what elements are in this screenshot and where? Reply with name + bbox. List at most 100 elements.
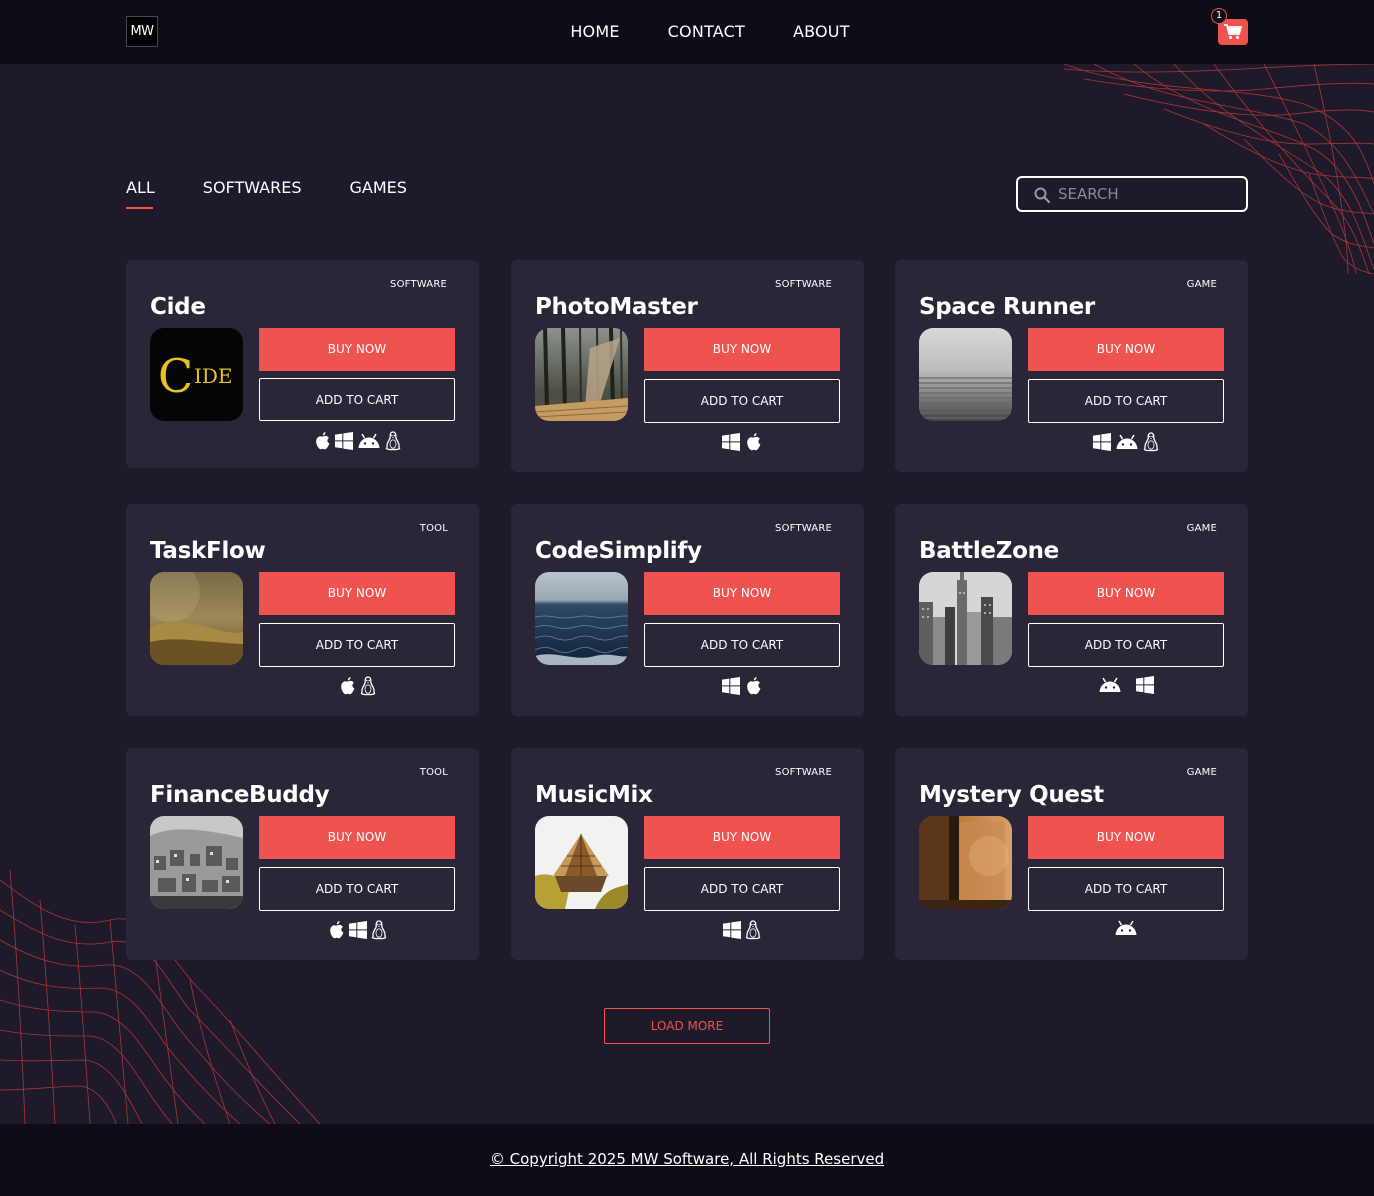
windows-icon (349, 921, 367, 939)
apple-icon (313, 431, 331, 451)
platform-icons (259, 431, 455, 453)
search-input[interactable] (1058, 182, 1238, 206)
linux-icon (360, 676, 376, 696)
product-card: TOOL FinanceBuddy BUY NOW ADD TO CART (126, 748, 479, 960)
product-thumbnail[interactable] (535, 572, 628, 665)
apple-icon (338, 676, 356, 696)
product-category-label: GAME (1186, 523, 1217, 534)
android-icon (357, 433, 381, 449)
product-thumbnail[interactable] (535, 816, 628, 909)
product-category-label: GAME (1186, 767, 1217, 778)
product-category-label: SOFTWARE (775, 279, 832, 290)
product-name[interactable]: FinanceBuddy (150, 782, 330, 808)
product-name[interactable]: Mystery Quest (919, 782, 1104, 808)
product-card: SOFTWARE Cide C IDE BUY NOW ADD TO CART (126, 260, 479, 468)
product-name[interactable]: PhotoMaster (535, 294, 698, 320)
add-to-cart-button[interactable]: ADD TO CART (259, 623, 455, 667)
add-to-cart-button[interactable]: ADD TO CART (644, 623, 840, 667)
product-category-label: TOOL (419, 523, 448, 534)
main-nav: HOME CONTACT ABOUT (0, 22, 1374, 41)
product-thumbnail[interactable]: C IDE (150, 328, 243, 421)
product-card: SOFTWARE MusicMix BUY NOW ADD TO CART (511, 748, 864, 960)
copyright-link[interactable]: © Copyright 2025 MW Software, All Rights… (0, 1150, 1374, 1168)
product-card: TOOL TaskFlow BUY NOW ADD TO CART (126, 504, 479, 716)
windows-icon (335, 432, 353, 450)
windows-icon (723, 921, 741, 939)
platform-icons (1028, 920, 1224, 942)
svg-text:C: C (158, 349, 193, 403)
nav-about[interactable]: ABOUT (793, 22, 850, 41)
add-to-cart-button[interactable]: ADD TO CART (644, 867, 840, 911)
buy-now-button[interactable]: BUY NOW (259, 816, 455, 859)
load-more-button[interactable]: LOAD MORE (604, 1008, 770, 1044)
category-filters: ALL SOFTWARES GAMES (126, 178, 455, 209)
platform-icons (644, 676, 840, 698)
add-to-cart-button[interactable]: ADD TO CART (259, 378, 455, 421)
product-thumbnail[interactable] (919, 816, 1012, 909)
buy-now-button[interactable]: BUY NOW (259, 328, 455, 371)
buy-now-button[interactable]: BUY NOW (644, 328, 840, 371)
linux-icon (385, 431, 401, 451)
nav-home[interactable]: HOME (570, 22, 619, 41)
android-icon (1114, 920, 1138, 936)
windows-icon (722, 433, 740, 451)
add-to-cart-button[interactable]: ADD TO CART (259, 867, 455, 911)
platform-icons (259, 920, 455, 942)
add-to-cart-button[interactable]: ADD TO CART (644, 379, 840, 423)
buy-now-button[interactable]: BUY NOW (644, 572, 840, 615)
product-card: GAME BattleZone BUY NOW ADD TO CART (895, 504, 1248, 716)
linux-icon (371, 920, 387, 940)
product-category-label: SOFTWARE (390, 279, 447, 290)
tab-all[interactable]: ALL (126, 178, 155, 209)
linux-icon (745, 920, 761, 940)
buy-now-button[interactable]: BUY NOW (1028, 328, 1224, 371)
tab-softwares[interactable]: SOFTWARES (203, 178, 302, 207)
product-thumbnail[interactable] (150, 572, 243, 665)
buy-now-button[interactable]: BUY NOW (1028, 572, 1224, 615)
cart-count-badge: 1 (1211, 8, 1227, 24)
product-name[interactable]: BattleZone (919, 538, 1059, 564)
windows-icon (1136, 676, 1154, 694)
linux-icon (1143, 432, 1159, 452)
platform-icons (644, 432, 840, 454)
windows-icon (722, 677, 740, 695)
product-name[interactable]: MusicMix (535, 782, 653, 808)
search-icon (1034, 187, 1050, 203)
buy-now-button[interactable]: BUY NOW (644, 816, 840, 859)
top-navbar: MW HOME CONTACT ABOUT 1 (0, 0, 1374, 64)
cart-icon (1224, 24, 1242, 40)
platform-icons (644, 920, 840, 942)
product-name[interactable]: Space Runner (919, 294, 1095, 320)
product-card: GAME Space Runner BUY NOW ADD TO CART (895, 260, 1248, 472)
product-card: SOFTWARE CodeSimplify BUY NOW ADD TO CART (511, 504, 864, 716)
product-category-label: SOFTWARE (775, 767, 832, 778)
tab-games[interactable]: GAMES (350, 178, 407, 207)
footer: © Copyright 2025 MW Software, All Rights… (0, 1124, 1374, 1196)
apple-icon (744, 432, 762, 452)
apple-icon (744, 676, 762, 696)
product-thumbnail[interactable] (919, 572, 1012, 665)
product-thumbnail[interactable] (535, 328, 628, 421)
product-name[interactable]: TaskFlow (150, 538, 266, 564)
platform-icons (1028, 676, 1224, 698)
add-to-cart-button[interactable]: ADD TO CART (1028, 867, 1224, 911)
windows-icon (1093, 433, 1111, 451)
nav-contact[interactable]: CONTACT (668, 22, 745, 41)
add-to-cart-button[interactable]: ADD TO CART (1028, 379, 1224, 423)
product-thumbnail[interactable] (919, 328, 1012, 421)
product-name[interactable]: Cide (150, 294, 206, 320)
product-category-label: GAME (1186, 279, 1217, 290)
product-category-label: SOFTWARE (775, 523, 832, 534)
product-card: GAME Mystery Quest BUY NOW ADD TO CART (895, 748, 1248, 960)
product-category-label: TOOL (419, 767, 448, 778)
search-box (1016, 176, 1248, 212)
product-name[interactable]: CodeSimplify (535, 538, 702, 564)
decorative-mesh-top-right (1064, 64, 1374, 274)
apple-icon (327, 920, 345, 940)
add-to-cart-button[interactable]: ADD TO CART (1028, 623, 1224, 667)
buy-now-button[interactable]: BUY NOW (1028, 816, 1224, 859)
product-thumbnail[interactable] (150, 816, 243, 909)
product-card: SOFTWARE PhotoMaster BUY NOW ADD TO CART (511, 260, 864, 472)
buy-now-button[interactable]: BUY NOW (259, 572, 455, 615)
platform-icons (1028, 432, 1224, 454)
